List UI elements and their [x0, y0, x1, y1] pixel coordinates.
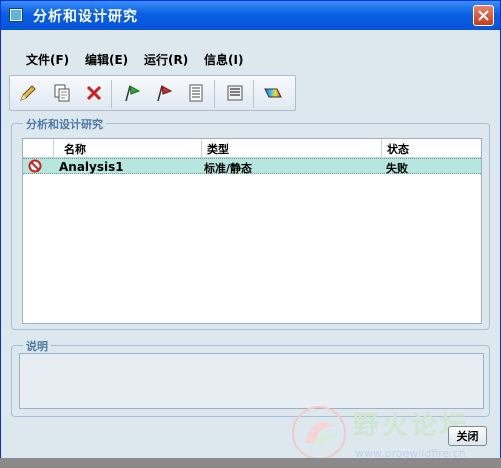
red-flag-icon[interactable] — [152, 81, 176, 105]
table-row[interactable]: Analysis1 标准/静态 失败 — [23, 158, 481, 176]
menu-edit[interactable]: 编辑(E) — [85, 51, 128, 68]
menu-info[interactable]: 信息(I) — [204, 51, 243, 68]
column-header-name[interactable]: 名称 — [64, 141, 86, 157]
taskbar-strip — [0, 458, 501, 468]
list-icon[interactable] — [184, 81, 208, 105]
list-header: 名称 类型 状态 — [23, 139, 481, 158]
toolbar-separator — [111, 80, 112, 108]
description-field[interactable] — [19, 353, 484, 409]
title-bar[interactable]: 分析和设计研究 — [1, 1, 500, 30]
delete-icon[interactable] — [82, 81, 106, 105]
error-icon — [28, 159, 42, 176]
menu-file[interactable]: 文件(F) — [26, 51, 69, 68]
close-button[interactable]: 关闭 — [448, 426, 487, 446]
studies-group-label: 分析和设计研究 — [23, 116, 106, 132]
row-type: 标准/静态 — [204, 162, 253, 175]
close-icon — [478, 10, 489, 21]
results-icon[interactable] — [261, 81, 285, 105]
column-header-type[interactable]: 类型 — [207, 141, 229, 157]
window-close-button[interactable] — [473, 5, 494, 26]
green-flag-icon[interactable] — [120, 81, 144, 105]
window-icon — [9, 8, 23, 22]
copy-icon[interactable] — [50, 81, 74, 105]
toolbar-separator — [253, 80, 254, 108]
toolbar — [9, 75, 296, 111]
toolbar-separator — [214, 80, 215, 108]
dialog-window: 分析和设计研究 文件(F) 编辑(E) 运行(R) 信息(I) 分析和设计研究 … — [0, 0, 501, 468]
window-title: 分析和设计研究 — [33, 9, 138, 25]
menu-run[interactable]: 运行(R) — [144, 51, 188, 68]
info-icon[interactable] — [223, 81, 247, 105]
column-header-status[interactable]: 状态 — [387, 141, 409, 157]
pencil-icon[interactable] — [16, 81, 40, 105]
row-status: 失败 — [386, 162, 408, 175]
row-name: Analysis1 — [59, 160, 124, 174]
description-group-label: 说明 — [23, 338, 51, 354]
studies-list[interactable]: 名称 类型 状态 Analysis1 标准/静态 失败 — [22, 138, 482, 324]
